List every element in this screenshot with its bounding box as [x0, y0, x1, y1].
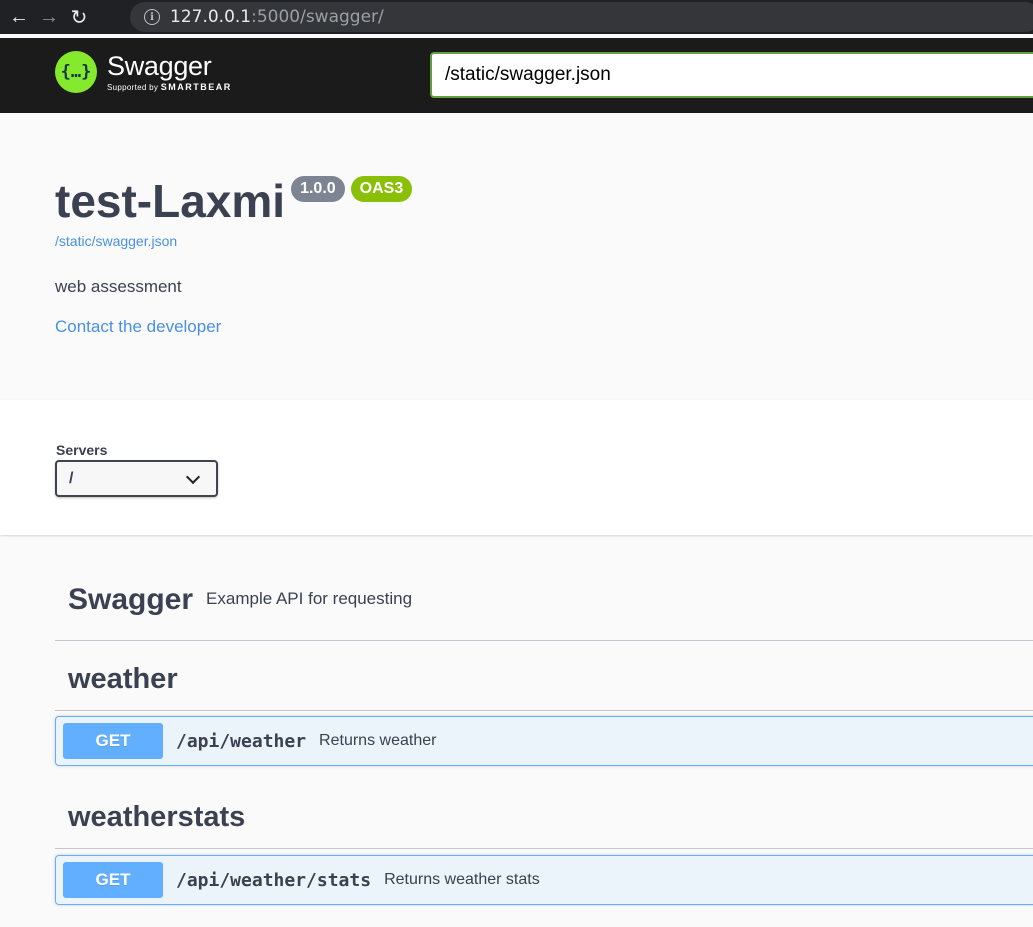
title-row: test-Laxmi 1.0.0 OAS3: [55, 175, 413, 227]
logo-name: Swagger: [107, 50, 212, 81]
url-host: 127.0.0.1: [170, 7, 252, 27]
api-name: Swagger: [68, 583, 194, 616]
forward-arrow-icon[interactable]: →: [34, 2, 64, 32]
server-select[interactable]: /: [55, 460, 218, 497]
url-path: :5000/swagger/: [251, 7, 384, 27]
tag-weather[interactable]: weather: [55, 641, 1033, 711]
swagger-logo-icon: {…}: [55, 51, 97, 93]
servers-label: Servers: [56, 442, 108, 458]
logo-brand: SMARTBEAR: [160, 81, 232, 92]
tag-name: weatherstats: [68, 801, 246, 833]
api-header: Swagger Example API for requesting: [55, 581, 1033, 641]
back-arrow-icon[interactable]: ←: [4, 2, 34, 32]
operation-path: /api/weather: [176, 730, 307, 752]
opblock-get-weather-stats[interactable]: GET /api/weather/stats Returns weather s…: [55, 855, 1033, 905]
logo-tagline: Supported by SMARTBEAR: [107, 82, 232, 92]
method-badge: GET: [63, 723, 163, 759]
page-title: test-Laxmi: [55, 175, 286, 227]
tag-weatherstats[interactable]: weatherstats: [55, 779, 1033, 849]
opblock-get-weather[interactable]: GET /api/weather Returns weather: [55, 716, 1033, 766]
version-badge: 1.0.0: [291, 176, 345, 202]
chevron-down-icon: [185, 469, 201, 485]
tag-name: weather: [68, 663, 178, 695]
operation-path: /api/weather/stats: [176, 869, 372, 891]
address-bar[interactable]: i 127.0.0.1:5000/swagger/: [130, 2, 1033, 32]
api-description: web assessment: [55, 277, 182, 296]
api-name-description: Example API for requesting: [206, 589, 413, 608]
operation-summary: Returns weather stats: [384, 871, 540, 888]
swagger-logo[interactable]: {…} Swagger Supported by SMARTBEAR: [55, 51, 232, 93]
spec-url-input[interactable]: [430, 52, 1033, 98]
logo-supported-by: Supported by: [107, 82, 159, 92]
operation-summary: Returns weather: [319, 732, 437, 749]
swagger-topbar: {…} Swagger Supported by SMARTBEAR: [0, 38, 1033, 113]
info-icon[interactable]: i: [144, 9, 160, 25]
spec-link[interactable]: /static/swagger.json: [55, 233, 177, 249]
info-section: test-Laxmi 1.0.0 OAS3 /static/swagger.js…: [0, 113, 1033, 400]
servers-section: Servers /: [0, 400, 1033, 535]
method-badge: GET: [63, 862, 163, 898]
reload-icon[interactable]: ↻: [64, 2, 94, 32]
server-select-value: /: [69, 469, 74, 487]
oas-badge: OAS3: [350, 176, 413, 202]
browser-toolbar: ← → ↻ i 127.0.0.1:5000/swagger/: [0, 0, 1033, 34]
contact-link[interactable]: Contact the developer: [55, 317, 221, 337]
